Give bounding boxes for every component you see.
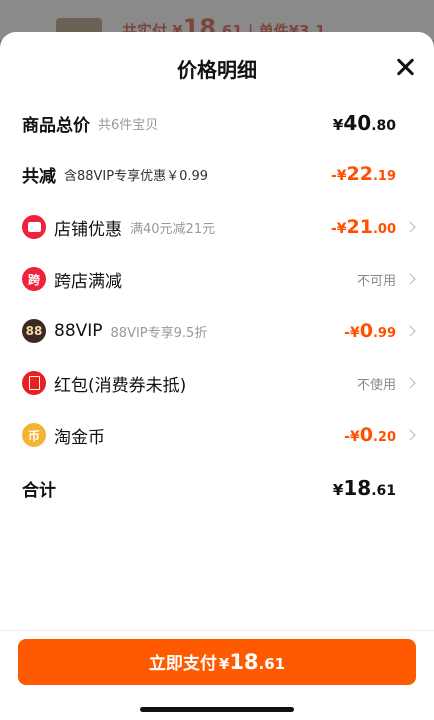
- row-total-discount: 共减 含88VIP专享优惠￥0.99 -¥ 22.19: [0, 154, 434, 194]
- footer-divider: [0, 630, 434, 631]
- row-cross-store[interactable]: 跨 跨店满减 不可用: [0, 259, 434, 299]
- sum-value: ¥18.61: [332, 476, 396, 500]
- red-packet-label: 红包(消费券未抵): [54, 375, 187, 396]
- store-discount-label: 店铺优惠: [54, 219, 122, 240]
- chevron-right-icon: [404, 377, 416, 389]
- total-discount-value: -¥ 22.19: [330, 163, 396, 185]
- vip-label: 88VIP: [54, 321, 103, 341]
- row-red-packet[interactable]: 红包(消费券未抵) 不使用: [0, 363, 434, 403]
- close-icon[interactable]: [394, 56, 416, 78]
- store-discount-value: -¥ 21.00: [330, 216, 396, 238]
- cross-store-status: 不可用: [356, 273, 396, 289]
- total-discount-note: 含88VIP专享优惠￥0.99: [64, 168, 209, 184]
- row-store-discount[interactable]: 店铺优惠 满40元减21元 -¥ 21.00: [0, 207, 434, 247]
- chevron-right-icon: [404, 429, 416, 441]
- red-packet-icon: [22, 371, 46, 395]
- total-price-value: ¥40.80: [332, 111, 396, 135]
- pay-now-label: 立即支付: [148, 654, 217, 674]
- chevron-right-icon: [404, 221, 416, 233]
- coin-icon: 币: [22, 423, 46, 447]
- store-icon: [22, 215, 46, 239]
- row-total-price: 商品总价 共6件宝贝 ¥40.80: [0, 103, 434, 143]
- row-88vip[interactable]: 88 88VIP 88VIP专享9.5折 -¥ 0.99: [0, 311, 434, 351]
- coin-discount-value: -¥ 0.20: [344, 424, 396, 446]
- home-indicator: [140, 707, 294, 712]
- vip-icon: 88: [22, 319, 46, 343]
- cross-store-icon: 跨: [22, 267, 46, 291]
- total-price-label: 商品总价: [22, 115, 90, 136]
- total-price-count: 共6件宝贝: [98, 117, 159, 133]
- cross-store-label: 跨店满减: [54, 271, 122, 292]
- chevron-right-icon: [404, 325, 416, 337]
- pay-now-button[interactable]: 立即支付 ¥18.61: [18, 639, 416, 685]
- vip-discount-value: -¥ 0.99: [344, 320, 396, 342]
- price-detail-sheet: 价格明细 商品总价 共6件宝贝 ¥40.80 共减 含88VIP专享优惠￥0.9…: [0, 32, 434, 720]
- coin-label: 淘金币: [54, 427, 105, 448]
- chevron-right-icon: [404, 273, 416, 285]
- sum-label: 合计: [22, 480, 56, 501]
- store-discount-rule: 满40元减21元: [130, 221, 216, 237]
- row-sum: 合计 ¥18.61: [0, 468, 434, 508]
- row-taobao-coin[interactable]: 币 淘金币 -¥ 0.20: [0, 415, 434, 455]
- red-packet-status: 不使用: [356, 377, 396, 393]
- vip-note: 88VIP专享9.5折: [110, 325, 208, 341]
- total-discount-label: 共减: [22, 166, 56, 187]
- sheet-title: 价格明细: [177, 58, 257, 82]
